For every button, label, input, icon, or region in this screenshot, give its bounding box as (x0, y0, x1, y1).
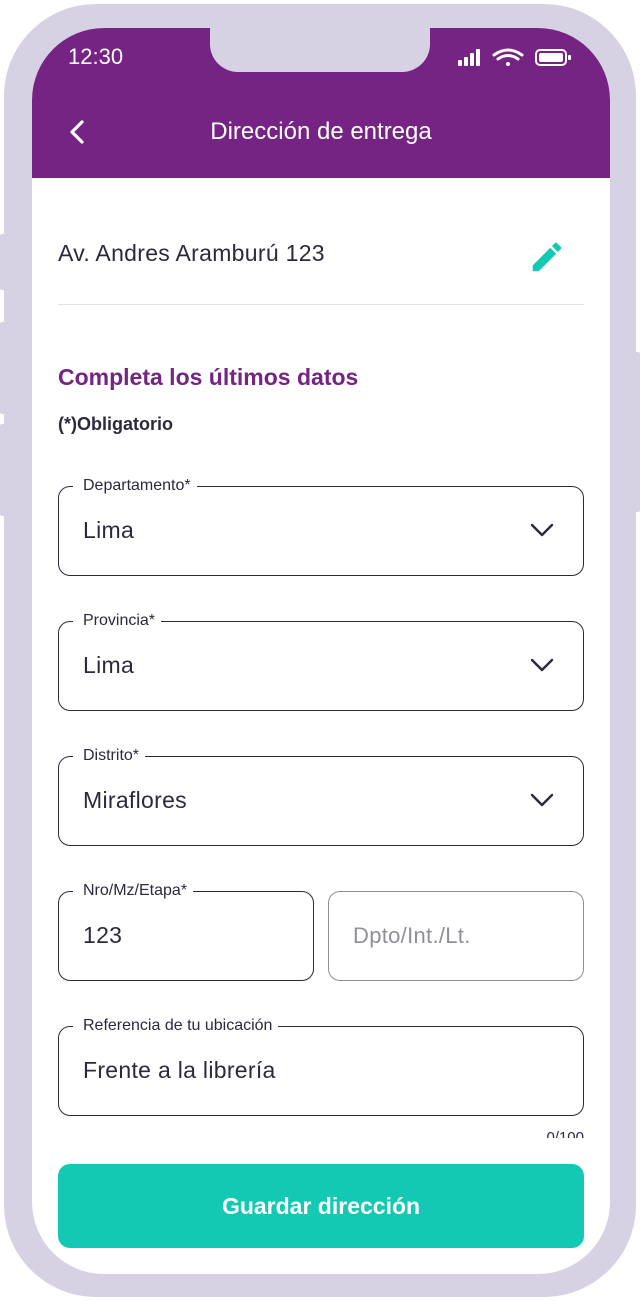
phone-notch (210, 28, 430, 72)
app-screen: 12:30 Dirección de entrega Av. Andres Ar… (32, 28, 610, 1274)
referencia-value: Frente a la librería (83, 1057, 276, 1083)
departamento-value: Lima (83, 517, 135, 543)
battery-icon (535, 49, 571, 66)
numero-value: 123 (83, 922, 123, 948)
status-time: 12:30 (68, 44, 124, 69)
provincia-select[interactable]: Provincia* Lima (58, 611, 584, 711)
page-title: Dirección de entrega (210, 118, 432, 145)
pencil-icon[interactable] (528, 238, 566, 276)
signal-icon (458, 49, 480, 66)
chevron-down-icon (530, 793, 554, 807)
divider (58, 304, 584, 305)
provincia-label: Provincia* (73, 611, 162, 631)
chevron-down-icon (530, 523, 554, 537)
referencia-input[interactable]: Referencia de tu ubicación Frente a la l… (58, 1016, 584, 1116)
selected-address: Av. Andres Aramburú 123 (58, 240, 325, 266)
numero-label: Nro/Mz/Etapa* (73, 881, 194, 901)
provincia-value: Lima (83, 652, 135, 678)
phone-side-button (0, 322, 6, 414)
save-address-button[interactable]: Guardar dirección (58, 1164, 584, 1248)
status-icons (458, 48, 571, 66)
form-title: Completa los últimos datos (58, 364, 359, 390)
dpto-placeholder: Dpto/Int./Lt. (353, 923, 471, 948)
distrito-value: Miraflores (83, 787, 187, 813)
required-note: (*)Obligatorio (58, 414, 173, 434)
departamento-label: Departamento* (73, 476, 197, 496)
chevron-down-icon (530, 658, 554, 672)
distrito-select[interactable]: Distrito* Miraflores (58, 746, 584, 846)
numero-input[interactable]: Nro/Mz/Etapa* 123 (58, 881, 314, 981)
phone-side-button (634, 352, 640, 512)
referencia-label: Referencia de tu ubicación (73, 1016, 279, 1036)
char-counter: 0/100 (546, 1129, 584, 1138)
app-header: 12:30 Dirección de entrega (32, 28, 610, 178)
phone-side-button (0, 234, 6, 290)
phone-side-button (0, 424, 6, 516)
departamento-select[interactable]: Departamento* Lima (58, 476, 584, 576)
dpto-input[interactable]: Dpto/Int./Lt. (328, 891, 584, 981)
wifi-icon (492, 48, 524, 66)
distrito-label: Distrito* (73, 746, 146, 766)
